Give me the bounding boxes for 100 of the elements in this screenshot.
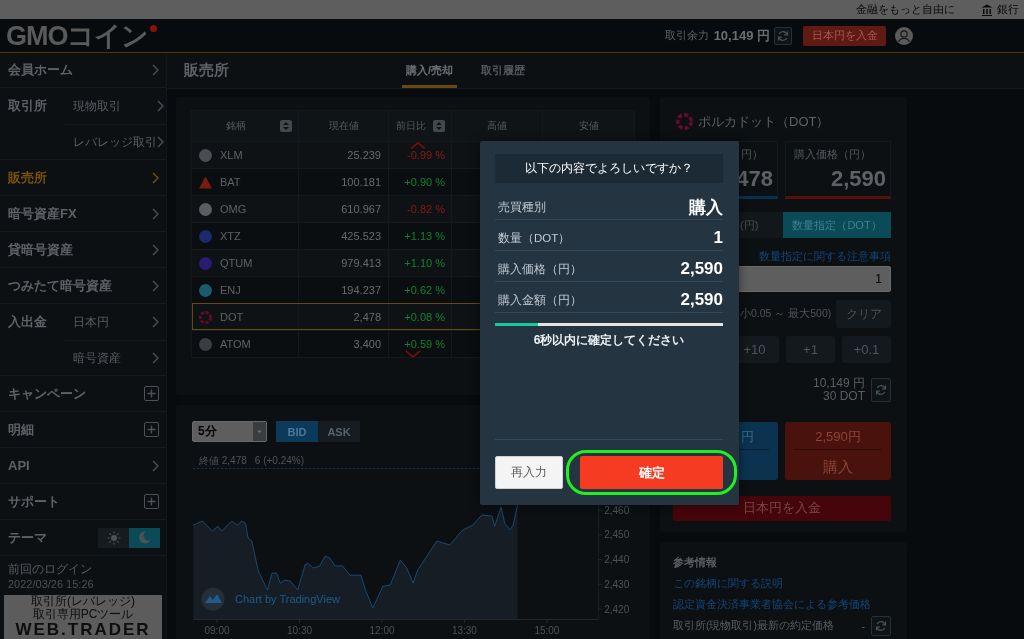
coin-symbol: ATOM (220, 338, 251, 350)
chevron-right-icon (152, 207, 159, 220)
interval-select[interactable]: 5分 (192, 421, 267, 442)
sidebar-section-label: 取引所 (7, 97, 47, 115)
close-price-label: 終値 2,478 (199, 454, 247, 468)
sidebar-item[interactable]: 販売所 (0, 160, 166, 196)
page-title: 販売所 (184, 61, 229, 80)
sidebar-subitem[interactable]: 暗号資産 (65, 340, 166, 375)
refresh-button[interactable] (774, 26, 792, 45)
attribution-link[interactable]: Chart by TradingView (235, 593, 340, 605)
column-header: 銘柄 (225, 121, 247, 131)
current-price: 979.413 (341, 257, 381, 269)
current-price: 25.239 (347, 149, 381, 161)
chevron-right-icon (152, 171, 159, 184)
sidebar-item[interactable]: キャンペーン (0, 376, 166, 412)
reenter-button[interactable]: 再入力 (495, 456, 563, 489)
sidebar-item[interactable]: サポート (0, 484, 166, 520)
x-axis-label: 15:00 (534, 625, 560, 636)
moon-icon (138, 531, 151, 544)
current-price: 2,478 (353, 311, 381, 323)
current-price: 610.967 (341, 203, 381, 215)
current-price: 425.523 (341, 230, 381, 242)
chevron-right-icon (152, 243, 159, 256)
price-side-tab[interactable]: ASK (318, 421, 360, 442)
detail-label: 売買種別 (498, 199, 546, 215)
plus-icon (144, 494, 159, 509)
coin-symbol: XLM (220, 149, 243, 161)
buy-button[interactable]: 2,590円 購入 (785, 422, 891, 480)
x-axis-label: 10:30 (287, 625, 312, 636)
section-title: 参考情報 (673, 555, 717, 569)
price-label: 購入価格（円） (794, 147, 871, 162)
bank-link[interactable]: 銀行 (981, 2, 1019, 17)
refresh-icon (777, 29, 789, 42)
sidebar-item[interactable]: つみたて暗号資産 (0, 268, 166, 304)
daily-change: +1.13 % (404, 230, 445, 242)
daily-change: +0.90 % (404, 176, 445, 188)
increment-button[interactable]: +0.1 (842, 336, 891, 363)
sidebar-subitem[interactable]: 現物取引 (65, 88, 166, 124)
daily-change: -0.82 % (407, 203, 445, 215)
coin-symbol: OMG (220, 203, 247, 215)
y-axis-label: 2,440 (604, 554, 630, 566)
sidebar-item[interactable]: API (0, 448, 166, 484)
dark-theme-button[interactable] (129, 527, 160, 548)
price-change-label: 6 (+0.24%) (254, 454, 304, 468)
price-side-tab[interactable]: BID (276, 421, 318, 442)
available-balance: 30 DOT (823, 390, 865, 403)
sidebar-item[interactable]: 明細 (0, 412, 166, 448)
sort-icon[interactable] (280, 120, 292, 132)
y-axis-label: 2,450 (604, 529, 630, 541)
balance-value: 10,149 円 (713, 26, 770, 45)
sidebar-item[interactable]: 会員ホーム (0, 53, 166, 88)
light-theme-button[interactable] (98, 527, 129, 548)
refresh-button[interactable] (871, 378, 891, 402)
trade-button[interactable]: 円 (738, 422, 778, 480)
daily-change: +0.62 % (404, 284, 445, 296)
x-axis-label: 12:00 (369, 625, 395, 636)
x-axis-label: 13:30 (451, 625, 477, 636)
logo-dot-icon (149, 25, 157, 32)
current-price: 194.237 (341, 284, 381, 296)
sidebar-item[interactable]: 貸暗号資産 (0, 232, 166, 268)
sort-icon[interactable] (433, 120, 445, 132)
info-link[interactable]: この銘柄に関する説明 (673, 576, 783, 590)
page-tab[interactable]: 購入/売却 (402, 53, 458, 88)
coin-symbol: DOT (220, 311, 244, 323)
increment-button[interactable]: +1 (786, 336, 835, 363)
plus-icon (144, 386, 159, 401)
last-login-time: 2022/03/26 15:26 (8, 577, 94, 592)
column-header: 高値 (487, 121, 507, 131)
caret-down-icon (253, 422, 266, 441)
quantity-range: 小0.05 ～ 最大500) (740, 307, 832, 321)
chevron-down-icon[interactable] (405, 350, 421, 358)
sidebar-subitem[interactable]: 日本円 (65, 304, 166, 340)
chevron-right-icon (152, 316, 159, 328)
avatar-icon[interactable] (895, 26, 913, 45)
confirm-button[interactable]: 確定 (580, 456, 723, 489)
chevron-right-icon (152, 352, 159, 364)
sidebar-item[interactable]: 暗号資産FX (0, 196, 166, 232)
info-link[interactable]: 認定資金決済事業者協会による参考価格 (673, 597, 871, 611)
chevron-up-icon[interactable] (410, 142, 426, 149)
y-axis-label: 2,460 (604, 504, 630, 516)
price-label: 円） (741, 147, 763, 162)
notice-link[interactable]: 数量指定に関する注意事項 (759, 250, 891, 263)
ring-icon (676, 113, 693, 130)
sidebar-subitem[interactable]: レバレッジ取引 (65, 124, 166, 159)
dialog-title: 以下の内容でよろしいですか？ (495, 154, 723, 183)
page-tab[interactable]: 取引履歴 (477, 53, 530, 88)
detail-value: 購入 (689, 196, 723, 219)
daily-change: +0.08 % (404, 311, 445, 323)
detail-value: 2,590 (680, 290, 723, 310)
refresh-button[interactable] (871, 616, 891, 636)
last-trade-label: 取引所(現物取引)最新の約定価格 (673, 619, 834, 633)
detail-value: 1 (713, 228, 723, 248)
banner-caption: 取引所(レバレッジ)取引専用PCツール (30, 595, 136, 621)
chevron-right-icon (152, 64, 159, 76)
chart-logo-icon (201, 587, 225, 611)
detail-label: 購入価格（円） (498, 261, 582, 277)
balance-label: 取引余力 (664, 28, 709, 43)
deposit-button[interactable]: 日本円を入金 (803, 25, 886, 46)
trading-tool-banner[interactable]: 取引所(レバレッジ)取引専用PCツール WEB.TRADER (4, 595, 162, 639)
daily-change: -0.99 % (407, 149, 445, 161)
